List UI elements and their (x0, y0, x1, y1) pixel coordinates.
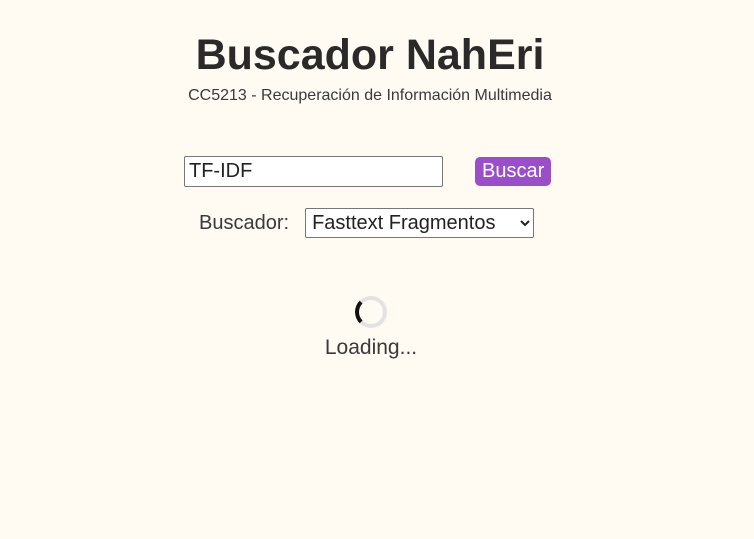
search-input[interactable] (184, 156, 443, 187)
engine-select[interactable]: Fasttext Fragmentos (305, 208, 535, 238)
loading-indicator: Loading... (0, 296, 742, 361)
search-bar: Buscar (184, 156, 552, 187)
engine-selector-row: Buscador: Fasttext Fragmentos (199, 208, 535, 238)
page-title: Buscador NahEri (195, 31, 545, 79)
loading-text: Loading... (324, 336, 418, 359)
page-header: Buscador NahEri CC5213 - Recuperación de… (0, 28, 740, 106)
page-subtitle: CC5213 - Recuperación de Información Mul… (188, 87, 552, 104)
engine-label: Buscador: (199, 211, 290, 234)
search-button[interactable]: Buscar (475, 157, 552, 186)
loading-spinner-icon (355, 296, 387, 328)
